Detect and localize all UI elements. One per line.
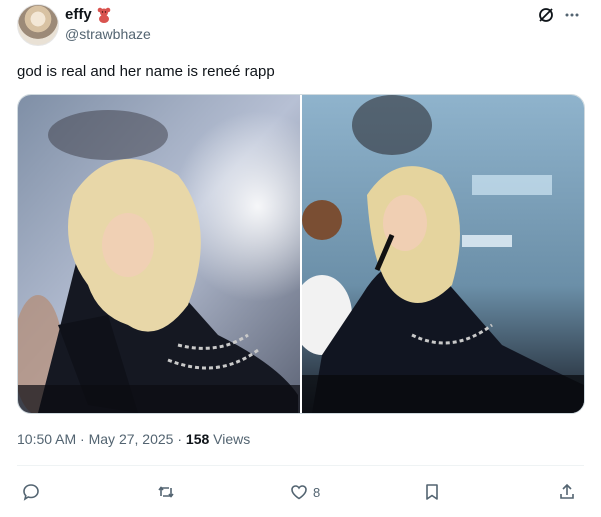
heart-icon — [291, 485, 307, 500]
tweet-text: god is real and her name is reneé rapp — [17, 63, 275, 80]
tweet-date[interactable]: May 27, 2025 — [89, 431, 174, 447]
repost-button[interactable] — [156, 478, 180, 506]
performer-photo-left — [18, 95, 300, 413]
repost-icon — [158, 486, 174, 498]
tweet-meta: 10:50 AM · May 27, 2025 · 158 Views — [17, 431, 250, 447]
reply-button[interactable] — [21, 478, 45, 506]
meta-separator: · — [80, 431, 85, 447]
share-button[interactable] — [557, 478, 577, 506]
avatar[interactable] — [17, 4, 59, 46]
grok-icon[interactable] — [536, 5, 556, 25]
views-count: 158 — [185, 431, 210, 447]
performer-photo-right — [302, 95, 584, 413]
more-options-icon[interactable] — [562, 5, 582, 25]
display-name[interactable]: effy — [65, 6, 92, 23]
author-name-row[interactable]: effy — [65, 6, 111, 23]
bookmark-icon — [426, 484, 438, 500]
action-bar: 8 — [17, 478, 584, 506]
like-count: 8 — [313, 484, 321, 500]
views-label: Views — [213, 431, 251, 447]
media-grid — [17, 94, 585, 414]
bookmark-button[interactable] — [422, 478, 446, 506]
meta-separator: · — [177, 431, 183, 447]
teddy-bear-icon — [97, 7, 110, 23]
photo-2[interactable] — [302, 95, 584, 413]
tweet-time[interactable]: 10:50 AM — [17, 431, 76, 447]
like-button[interactable]: 8 — [289, 478, 320, 506]
share-icon — [560, 483, 574, 499]
reply-icon — [23, 484, 39, 501]
photo-1[interactable] — [18, 95, 300, 413]
divider — [17, 465, 584, 466]
author-handle[interactable]: @strawbhaze — [65, 26, 151, 42]
